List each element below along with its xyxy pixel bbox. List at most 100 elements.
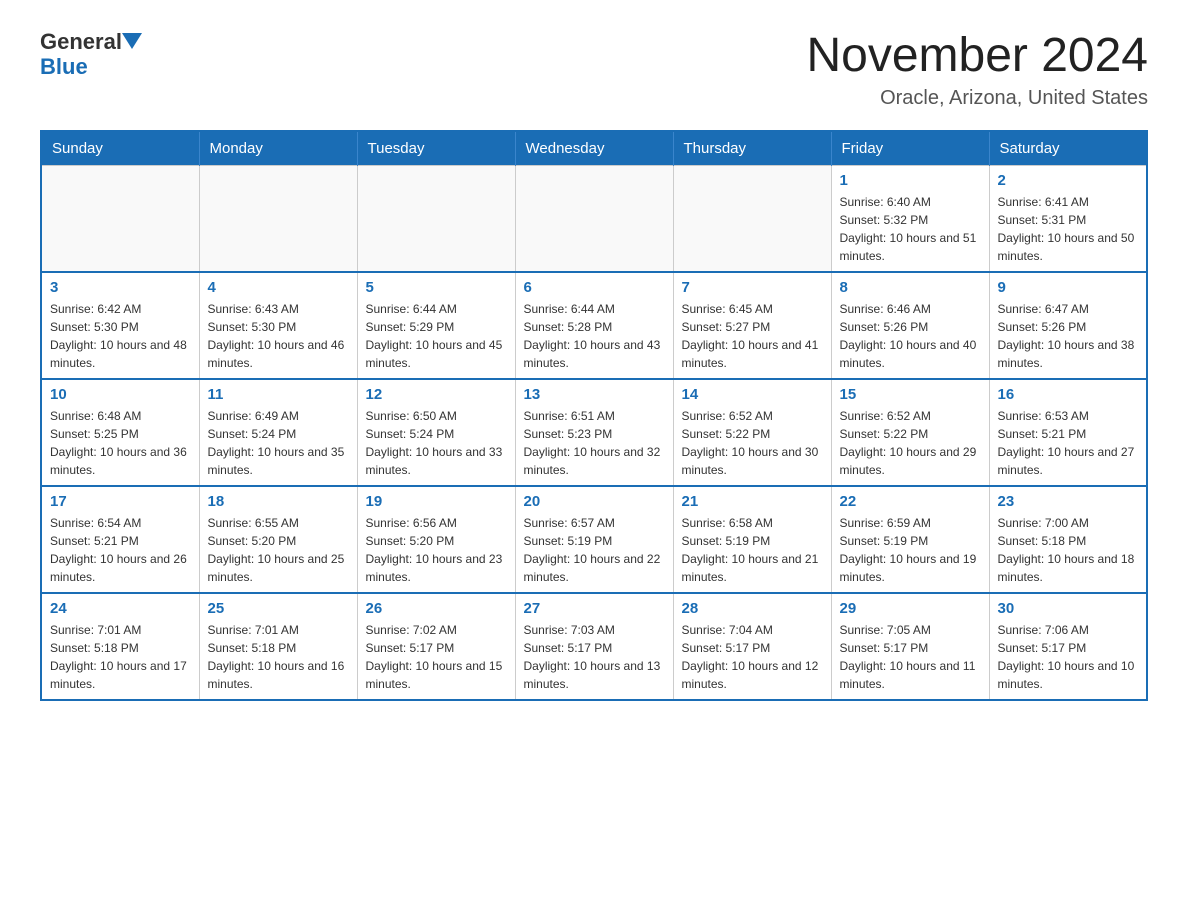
day-info: Sunrise: 6:49 AMSunset: 5:24 PMDaylight:… <box>208 407 349 479</box>
calendar-cell: 3Sunrise: 6:42 AMSunset: 5:30 PMDaylight… <box>41 272 199 379</box>
day-info: Sunrise: 6:54 AMSunset: 5:21 PMDaylight:… <box>50 514 191 586</box>
calendar-header-saturday: Saturday <box>989 131 1147 166</box>
day-number: 2 <box>998 172 1139 189</box>
calendar-cell: 7 Sunrise: 6:45 AMSunset: 5:27 PMDaylight… <box>673 272 831 379</box>
day-info: Sunrise: 7:06 AMSunset: 5:17 PMDaylight:… <box>998 621 1139 693</box>
calendar-header-tuesday: Tuesday <box>357 131 515 166</box>
day-number: 22 <box>840 493 981 510</box>
day-info: Sunrise: 6:59 AMSunset: 5:19 PMDaylight:… <box>840 514 981 586</box>
day-info: Sunrise: 7:04 AMSunset: 5:17 PMDaylight:… <box>682 621 823 693</box>
calendar-cell: 2 Sunrise: 6:41 AMSunset: 5:31 PMDaylight… <box>989 165 1147 272</box>
day-info: Sunrise: 6:53 AMSunset: 5:21 PMDaylight:… <box>998 407 1139 479</box>
calendar-header-monday: Monday <box>199 131 357 166</box>
day-info: Sunrise: 6:57 AMSunset: 5:19 PMDaylight:… <box>524 514 665 586</box>
calendar-week-row: 17Sunrise: 6:54 AMSunset: 5:21 PMDayligh… <box>41 486 1147 593</box>
calendar-week-row: 3Sunrise: 6:42 AMSunset: 5:30 PMDaylight… <box>41 272 1147 379</box>
calendar-header-sunday: Sunday <box>41 131 199 166</box>
day-info: Sunrise: 6:52 AMSunset: 5:22 PMDaylight:… <box>840 407 981 479</box>
day-info: Sunrise: 6:58 AMSunset: 5:19 PMDaylight:… <box>682 514 823 586</box>
day-number: 5 <box>366 279 507 296</box>
day-number: 8 <box>840 279 981 296</box>
day-info: Sunrise: 7:01 AMSunset: 5:18 PMDaylight:… <box>50 621 191 693</box>
day-number: 11 <box>208 386 349 403</box>
calendar-cell: 15 Sunrise: 6:52 AMSunset: 5:22 PMDayligh… <box>831 379 989 486</box>
day-number: 6 <box>524 279 665 296</box>
calendar-week-row: 10Sunrise: 6:48 AMSunset: 5:25 PMDayligh… <box>41 379 1147 486</box>
day-number: 4 <box>208 279 349 296</box>
calendar-cell: 28 Sunrise: 7:04 AMSunset: 5:17 PMDayligh… <box>673 593 831 700</box>
calendar-cell: 13 Sunrise: 6:51 AMSunset: 5:23 PMDayligh… <box>515 379 673 486</box>
day-number: 16 <box>998 386 1139 403</box>
day-number: 19 <box>366 493 507 510</box>
calendar-cell <box>515 165 673 272</box>
day-info: Sunrise: 6:41 AMSunset: 5:31 PMDaylight:… <box>998 193 1139 265</box>
calendar-cell: 5 Sunrise: 6:44 AMSunset: 5:29 PMDaylight… <box>357 272 515 379</box>
calendar-cell: 30 Sunrise: 7:06 AMSunset: 5:17 PMDayligh… <box>989 593 1147 700</box>
day-info: Sunrise: 6:56 AMSunset: 5:20 PMDaylight:… <box>366 514 507 586</box>
title-section: November 2024 Oracle, Arizona, United St… <box>806 30 1148 110</box>
calendar-header-row: SundayMondayTuesdayWednesdayThursdayFrid… <box>41 131 1147 166</box>
calendar-week-row: 24Sunrise: 7:01 AMSunset: 5:18 PMDayligh… <box>41 593 1147 700</box>
day-number: 14 <box>682 386 823 403</box>
day-number: 29 <box>840 600 981 617</box>
day-info: Sunrise: 7:02 AMSunset: 5:17 PMDaylight:… <box>366 621 507 693</box>
logo-triangle-icon <box>122 33 142 49</box>
calendar-header-friday: Friday <box>831 131 989 166</box>
day-number: 9 <box>998 279 1139 296</box>
day-number: 7 <box>682 279 823 296</box>
calendar-cell: 19 Sunrise: 6:56 AMSunset: 5:20 PMDayligh… <box>357 486 515 593</box>
calendar-cell: 24Sunrise: 7:01 AMSunset: 5:18 PMDayligh… <box>41 593 199 700</box>
day-number: 21 <box>682 493 823 510</box>
calendar-cell: 18Sunrise: 6:55 AMSunset: 5:20 PMDayligh… <box>199 486 357 593</box>
day-info: Sunrise: 6:46 AMSunset: 5:26 PMDaylight:… <box>840 300 981 372</box>
calendar-cell: 9 Sunrise: 6:47 AMSunset: 5:26 PMDaylight… <box>989 272 1147 379</box>
calendar-cell: 11 Sunrise: 6:49 AMSunset: 5:24 PMDayligh… <box>199 379 357 486</box>
calendar-cell: 6Sunrise: 6:44 AMSunset: 5:28 PMDaylight… <box>515 272 673 379</box>
calendar-cell <box>357 165 515 272</box>
calendar-week-row: 1 Sunrise: 6:40 AMSunset: 5:32 PMDaylight… <box>41 165 1147 272</box>
day-info: Sunrise: 6:45 AMSunset: 5:27 PMDaylight:… <box>682 300 823 372</box>
calendar-cell: 10Sunrise: 6:48 AMSunset: 5:25 PMDayligh… <box>41 379 199 486</box>
calendar-cell: 27Sunrise: 7:03 AMSunset: 5:17 PMDayligh… <box>515 593 673 700</box>
day-number: 15 <box>840 386 981 403</box>
day-info: Sunrise: 7:05 AMSunset: 5:17 PMDaylight:… <box>840 621 981 693</box>
calendar-cell: 16 Sunrise: 6:53 AMSunset: 5:21 PMDayligh… <box>989 379 1147 486</box>
calendar-cell: 23 Sunrise: 7:00 AMSunset: 5:18 PMDayligh… <box>989 486 1147 593</box>
calendar-cell: 1 Sunrise: 6:40 AMSunset: 5:32 PMDaylight… <box>831 165 989 272</box>
day-number: 25 <box>208 600 349 617</box>
day-number: 26 <box>366 600 507 617</box>
location-subtitle: Oracle, Arizona, United States <box>806 87 1148 110</box>
calendar-cell: 12 Sunrise: 6:50 AMSunset: 5:24 PMDayligh… <box>357 379 515 486</box>
calendar-cell: 14 Sunrise: 6:52 AMSunset: 5:22 PMDayligh… <box>673 379 831 486</box>
calendar-cell <box>673 165 831 272</box>
day-info: Sunrise: 6:43 AMSunset: 5:30 PMDaylight:… <box>208 300 349 372</box>
page-header: General Blue November 2024 Oracle, Arizo… <box>40 30 1148 110</box>
day-number: 23 <box>998 493 1139 510</box>
calendar-cell: 20 Sunrise: 6:57 AMSunset: 5:19 PMDayligh… <box>515 486 673 593</box>
day-number: 28 <box>682 600 823 617</box>
calendar-header-thursday: Thursday <box>673 131 831 166</box>
day-number: 20 <box>524 493 665 510</box>
day-info: Sunrise: 6:48 AMSunset: 5:25 PMDaylight:… <box>50 407 191 479</box>
logo-blue-text: Blue <box>40 54 88 80</box>
day-info: Sunrise: 7:00 AMSunset: 5:18 PMDaylight:… <box>998 514 1139 586</box>
day-info: Sunrise: 6:50 AMSunset: 5:24 PMDaylight:… <box>366 407 507 479</box>
calendar-cell: 26 Sunrise: 7:02 AMSunset: 5:17 PMDayligh… <box>357 593 515 700</box>
day-number: 1 <box>840 172 981 189</box>
day-info: Sunrise: 6:47 AMSunset: 5:26 PMDaylight:… <box>998 300 1139 372</box>
day-info: Sunrise: 6:52 AMSunset: 5:22 PMDaylight:… <box>682 407 823 479</box>
day-number: 13 <box>524 386 665 403</box>
calendar-cell: 25Sunrise: 7:01 AMSunset: 5:18 PMDayligh… <box>199 593 357 700</box>
calendar-cell: 8 Sunrise: 6:46 AMSunset: 5:26 PMDaylight… <box>831 272 989 379</box>
calendar-header-wednesday: Wednesday <box>515 131 673 166</box>
day-info: Sunrise: 6:44 AMSunset: 5:29 PMDaylight:… <box>366 300 507 372</box>
day-info: Sunrise: 6:51 AMSunset: 5:23 PMDaylight:… <box>524 407 665 479</box>
calendar-cell: 29 Sunrise: 7:05 AMSunset: 5:17 PMDayligh… <box>831 593 989 700</box>
calendar-cell <box>199 165 357 272</box>
day-info: Sunrise: 6:40 AMSunset: 5:32 PMDaylight:… <box>840 193 981 265</box>
day-number: 30 <box>998 600 1139 617</box>
day-number: 3 <box>50 279 191 296</box>
calendar-cell <box>41 165 199 272</box>
day-number: 12 <box>366 386 507 403</box>
logo: General Blue <box>40 30 142 80</box>
